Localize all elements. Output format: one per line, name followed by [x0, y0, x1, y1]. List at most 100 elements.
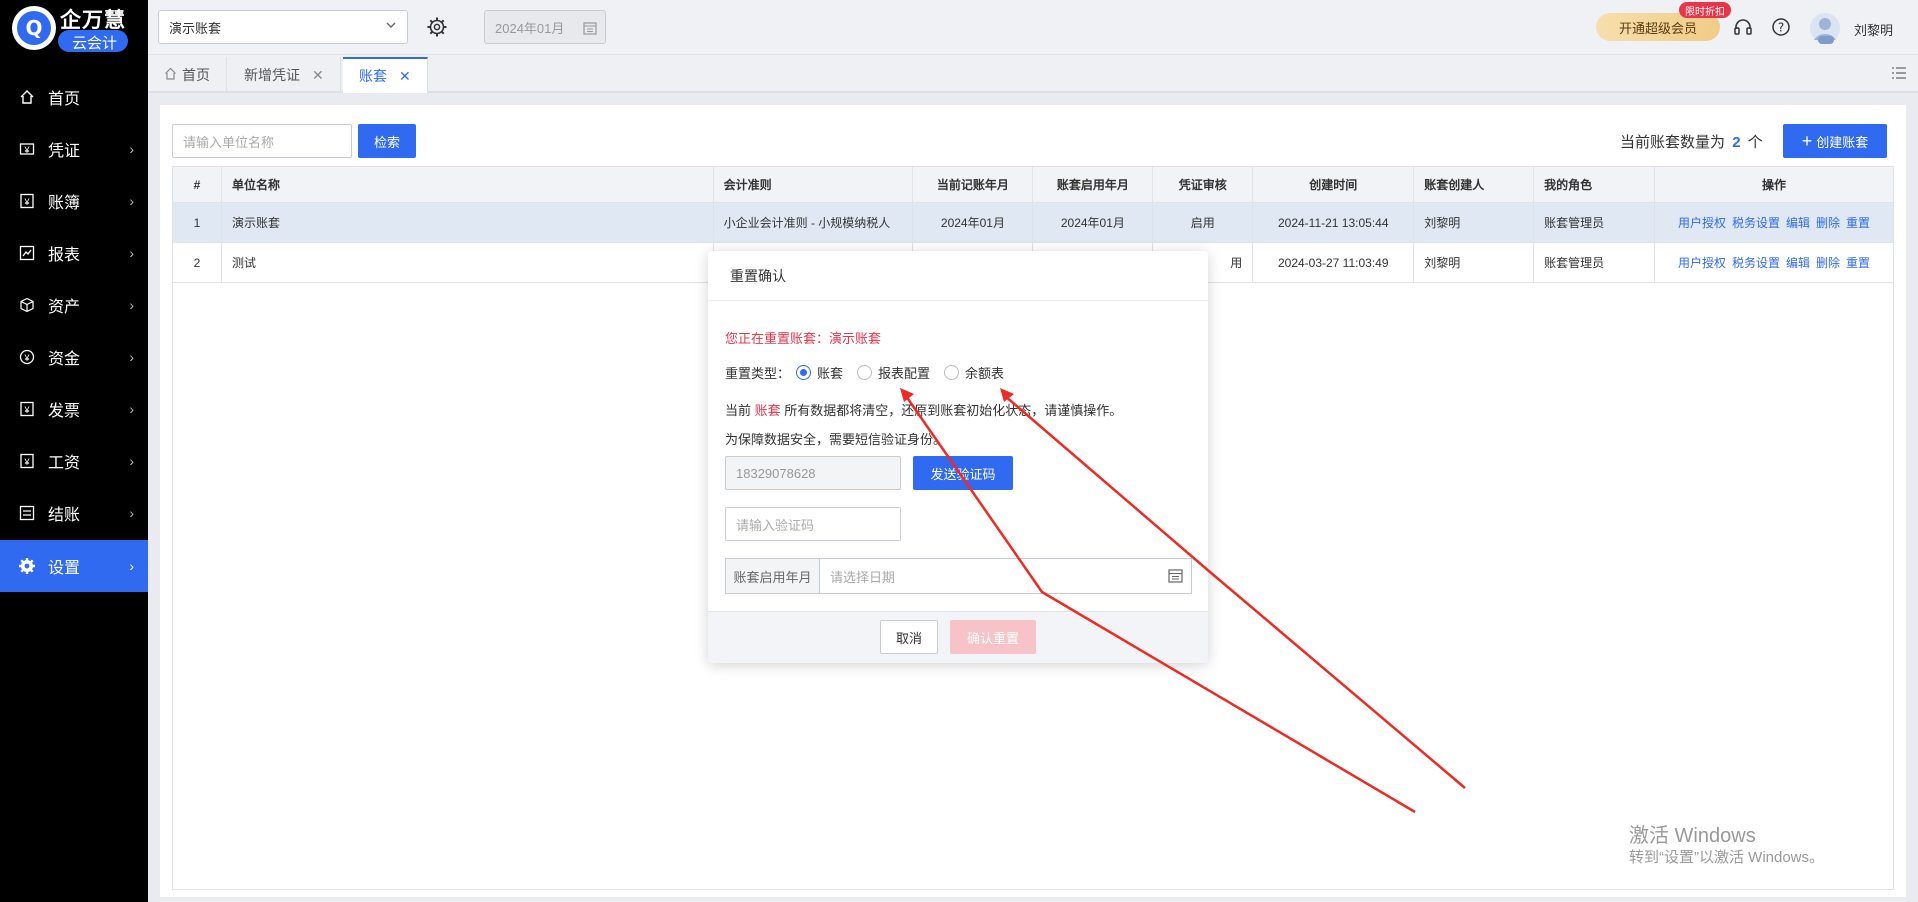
cell-creator: 刘黎明: [1413, 242, 1535, 283]
close-icon[interactable]: ✕: [399, 68, 411, 85]
send-code-button[interactable]: 发送验证码: [913, 456, 1013, 490]
start-date-field[interactable]: 账套启用年月 请选择日期: [725, 558, 1192, 594]
cell-creator: 刘黎明: [1413, 202, 1535, 243]
sidebar-item-ledger[interactable]: ¥ 账簿 ›: [0, 175, 148, 227]
reset-type-group: 重置类型： 账套 报表配置 余额表: [725, 363, 1018, 382]
user-name[interactable]: 刘黎明: [1854, 20, 1893, 39]
tab-new-voucher[interactable]: 新增凭证 ✕: [228, 57, 341, 93]
sidebar-item-home[interactable]: 首页: [0, 71, 148, 123]
edit-link[interactable]: 编辑: [1786, 216, 1810, 230]
radio-balance[interactable]: 余额表: [944, 363, 1004, 382]
search-placeholder: 请输入单位名称: [183, 134, 275, 150]
chevron-right-icon: ›: [129, 193, 134, 209]
reset-notice-prefix: 您正在重置账套：: [725, 331, 830, 346]
search-button[interactable]: 检索: [358, 124, 416, 158]
confirm-reset-button[interactable]: 确认重置: [950, 620, 1036, 654]
count-suffix: 个: [1747, 134, 1763, 151]
close-icon[interactable]: ✕: [312, 67, 324, 84]
gear-icon: [18, 557, 36, 575]
radio-label: 账套: [817, 366, 844, 381]
sidebar-item-reports[interactable]: 报表 ›: [0, 227, 148, 279]
chevron-right-icon: ›: [129, 558, 134, 574]
sidebar-item-funds[interactable]: ¥ 资金 ›: [0, 331, 148, 383]
radio-dot: [796, 365, 812, 380]
chevron-right-icon: ›: [129, 245, 134, 261]
settings-gear-icon[interactable]: [426, 16, 448, 41]
create-account-button[interactable]: + 创建账套: [1783, 124, 1887, 158]
tab-label: 账套: [359, 68, 387, 84]
sidebar-item-label: 账簿: [48, 195, 81, 212]
column-header: 单位名称: [220, 166, 714, 203]
create-account-label: 创建账套: [1816, 134, 1869, 150]
column-header: 操作: [1654, 166, 1894, 203]
vip-button-label: 开通超级会员: [1618, 20, 1697, 36]
chevron-right-icon: ›: [129, 453, 134, 469]
delete-link[interactable]: 删除: [1816, 256, 1840, 270]
cancel-button[interactable]: 取消: [880, 620, 938, 654]
sidebar-item-label: 设置: [48, 560, 81, 577]
invoice-icon: ¥: [18, 400, 36, 418]
radio-report-config[interactable]: 报表配置: [857, 363, 930, 382]
avatar[interactable]: [1808, 11, 1842, 48]
sidebar-item-label: 工资: [48, 455, 81, 472]
tab-bar: 首页 新增凭证 ✕ 账套 ✕: [148, 55, 1918, 93]
sidebar: Q 企万慧 云会计 首页 ¥ 凭证 › ¥ 账簿 › 报表 › 资产 › ¥ 资…: [0, 0, 148, 902]
user-auth-link[interactable]: 用户授权: [1678, 216, 1726, 230]
svg-text:¥: ¥: [23, 405, 30, 415]
account-select[interactable]: 演示账套: [158, 10, 408, 44]
sidebar-item-label: 发票: [48, 403, 81, 420]
sidebar-item-label: 报表: [48, 247, 81, 264]
date-input[interactable]: 请选择日期: [820, 559, 1191, 593]
svg-text:¥: ¥: [23, 145, 30, 155]
sidebar-item-settings[interactable]: 设置 ›: [0, 540, 148, 592]
table-row[interactable]: 1 演示账套 小企业会计准则 - 小规模纳税人 2024年01月 2024年01…: [172, 202, 1894, 243]
user-auth-link[interactable]: 用户授权: [1678, 256, 1726, 270]
tab-accounts[interactable]: 账套 ✕: [343, 57, 428, 93]
sidebar-item-invoice[interactable]: ¥ 发票 ›: [0, 383, 148, 435]
logo[interactable]: Q 企万慧 云会计: [8, 2, 138, 54]
help-icon[interactable]: ?: [1771, 17, 1791, 40]
radio-label: 报表配置: [878, 366, 931, 381]
reset-link[interactable]: 重置: [1846, 216, 1870, 230]
column-header: 创建时间: [1252, 166, 1415, 203]
logo-brand: 企万慧: [60, 9, 126, 32]
plus-icon: +: [1801, 130, 1813, 151]
edit-link[interactable]: 编辑: [1786, 256, 1810, 270]
sidebar-item-assets[interactable]: 资产 ›: [0, 279, 148, 331]
cell-name: 演示账套: [220, 202, 714, 243]
calendar-icon: [583, 21, 597, 38]
warn-type: 账套: [754, 403, 781, 418]
cell-role: 账套管理员: [1533, 242, 1656, 283]
radio-dot: [857, 365, 873, 380]
column-header: 账套创建人: [1413, 166, 1535, 203]
sidebar-item-label: 首页: [48, 91, 81, 108]
radio-label: 余额表: [965, 366, 1005, 381]
cell-role: 账套管理员: [1533, 202, 1656, 243]
home-icon: [18, 88, 36, 106]
sidebar-item-checkout[interactable]: 结账 ›: [0, 487, 148, 539]
period-picker[interactable]: 2024年01月: [484, 10, 606, 44]
tax-settings-link[interactable]: 税务设置: [1732, 216, 1780, 230]
svg-text:¥: ¥: [23, 197, 30, 207]
tax-settings-link[interactable]: 税务设置: [1732, 256, 1780, 270]
sidebar-item-salary[interactable]: ¥ 工资 ›: [0, 435, 148, 487]
column-header: 会计准则: [712, 166, 914, 203]
warn-prefix: 当前: [725, 403, 752, 418]
radio-account[interactable]: 账套: [796, 363, 843, 382]
voucher-icon: ¥: [18, 140, 36, 158]
home-icon: [164, 67, 177, 83]
delete-link[interactable]: 删除: [1816, 216, 1840, 230]
tab-home[interactable]: 首页: [148, 57, 227, 93]
reset-link[interactable]: 重置: [1846, 256, 1870, 270]
reset-notice: 您正在重置账套：演示账套: [725, 328, 881, 347]
sidebar-item-voucher[interactable]: ¥ 凭证 ›: [0, 123, 148, 175]
table-header: # 单位名称 会计准则 当前记账年月 账套启用年月 凭证审核 创建时间 账套创建…: [172, 166, 1894, 203]
verify-code-input[interactable]: 请输入验证码: [725, 507, 901, 541]
headset-icon[interactable]: [1733, 17, 1753, 40]
search-input[interactable]: 请输入单位名称: [172, 124, 352, 158]
cell-current-period: 2024年01月: [912, 202, 1034, 243]
cell-actions: 用户授权 税务设置 编辑 删除 重置: [1654, 202, 1894, 243]
account-select-value: 演示账套: [169, 20, 222, 36]
tab-menu-icon[interactable]: [1892, 67, 1906, 82]
chart-icon: [18, 244, 36, 262]
